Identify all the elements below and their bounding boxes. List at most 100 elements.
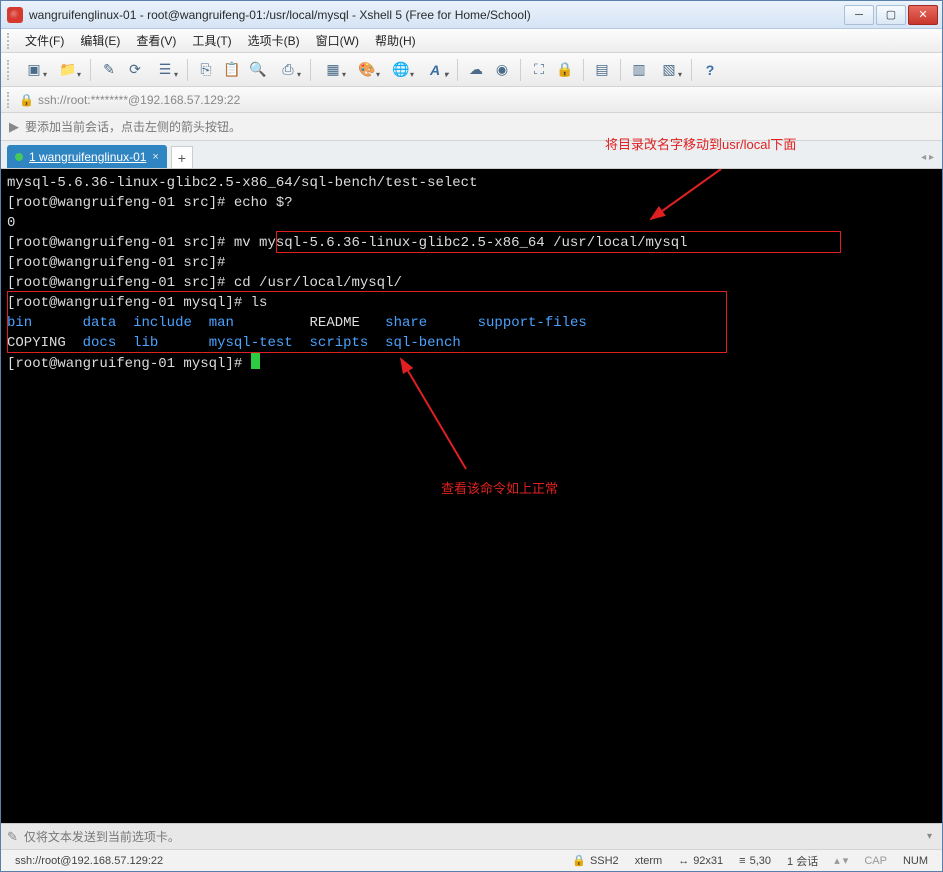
ls-item: scripts [310,335,369,351]
window-title: wangruifenglinux-01 - root@wangruifeng-0… [29,8,842,22]
app-icon [7,7,23,23]
menu-help[interactable]: 帮助(H) [367,30,424,51]
toolbar-separator [583,59,584,81]
new-tab-button[interactable]: + [171,146,193,168]
toolbar-separator [457,59,458,81]
terminal-prompt: [root@wangruifeng-01 src]# [7,235,225,251]
toolbar-gripper[interactable] [7,60,13,80]
input-dropdown-icon[interactable]: ▾ [927,831,932,842]
maximize-button[interactable]: ▢ [876,5,906,25]
screen-button[interactable]: ▦ [318,59,348,81]
ls-item: man [209,315,234,331]
terminal-cmd-cd: cd /usr/local/mysql/ [234,275,402,291]
input-icon: ✎ [7,829,18,845]
layout-button[interactable]: ▤ [591,59,613,81]
find-button[interactable]: 🔍 [247,59,269,81]
status-cursor: ≡5,30 [731,855,779,867]
palette-button[interactable]: 🎨 [352,59,382,81]
terminal-line: mysql-5.6.36-linux-glibc2.5-x86_64/sql-b… [7,175,477,191]
cursor [251,353,260,369]
status-sessions: 1 会话 [779,853,826,869]
terminal-prompt: [root@wangruifeng-01 mysql]# [7,356,242,372]
tab-bar: 1 wangruifenglinux-01 × + ◂ ▸ [1,141,942,169]
input-bar[interactable]: ✎ 仅将文本发送到当前选项卡。 ▾ [1,823,942,849]
copy-button[interactable]: ⎘ [195,59,217,81]
annotation-bottom: 查看该命令如上正常 [441,478,558,497]
terminal-prompt: [root@wangruifeng-01 mysql]# [7,295,242,311]
window-buttons: ─ ▢ ✕ [842,5,938,25]
ls-item: support-files [478,315,587,331]
terminal-prompt: [root@wangruifeng-01 src]# [7,255,225,271]
properties-button[interactable]: ☰ [150,59,180,81]
terminal-prompt: [root@wangruifeng-01 src]# [7,195,225,211]
ls-item: bin [7,315,32,331]
info-bar: ▶ 要添加当前会话，点击左侧的箭头按钮。 [1,113,942,141]
size-icon: ↔ [678,855,689,867]
ls-item: data [83,315,117,331]
address-bar: 🔒 ssh://root:********@192.168.57.129:22 [1,87,942,113]
fit-button[interactable]: ⛶ [528,59,550,81]
encoding-button[interactable]: 🌐 [386,59,416,81]
titlebar: wangruifenglinux-01 - root@wangruifeng-0… [1,1,942,29]
toolbar-separator [310,59,311,81]
toolbar-separator [187,59,188,81]
info-icon[interactable]: ▶ [9,119,19,135]
terminal-echo-result: 0 [7,215,15,231]
toolbar-separator [620,59,621,81]
lock-button[interactable]: 🔒 [554,59,576,81]
ls-item: COPYING [7,335,66,351]
lock-icon: 🔒 [572,854,586,867]
status-dot-icon [15,153,23,161]
input-placeholder: 仅将文本发送到当前选项卡。 [24,828,180,845]
menu-window[interactable]: 窗口(W) [308,30,367,51]
font-button[interactable]: A [420,59,450,81]
print-button[interactable]: ⎙ [273,59,303,81]
toolbar: ▣ 📁 ✎ ⟳ ☰ ⎘ 📋 🔍 ⎙ ▦ 🎨 🌐 A ☁ ◉ ⛶ 🔒 ▤ ▥ ▧ … [1,53,942,87]
disconnect-button[interactable]: ✎ [98,59,120,81]
view1-button[interactable]: ▥ [628,59,650,81]
menu-view[interactable]: 查看(V) [128,30,184,51]
menu-file[interactable]: 文件(F) [17,30,72,51]
tab-nav-arrows[interactable]: ◂ ▸ [921,152,934,163]
new-session-button[interactable]: ▣ [19,59,49,81]
status-num: NUM [895,855,936,867]
menubar-gripper[interactable] [7,33,13,49]
app-window: wangruifenglinux-01 - root@wangruifeng-0… [0,0,943,872]
paste-button[interactable]: 📋 [221,59,243,81]
open-folder-button[interactable]: 📁 [53,59,83,81]
reconnect-button[interactable]: ⟳ [124,59,146,81]
status-size: ↔92x31 [670,855,731,867]
terminal-cmd-echo: echo $? [234,195,293,211]
status-term: xterm [627,855,671,867]
terminal[interactable]: mysql-5.6.36-linux-glibc2.5-x86_64/sql-b… [1,169,942,478]
menu-edit[interactable]: 编辑(E) [72,30,128,51]
status-arrow-icons[interactable]: ▴ ▾ [826,854,856,867]
ls-item: docs [83,335,117,351]
ls-item: sql-bench [385,335,461,351]
status-bar: ssh://root@192.168.57.129:22 🔒SSH2 xterm… [1,849,942,871]
cloud-button[interactable]: ☁ [465,59,487,81]
ls-item: README [310,315,360,331]
status-caps: CAP [856,855,895,867]
address-gripper[interactable] [7,92,13,108]
status-connection: ssh://root@192.168.57.129:22 [7,855,171,867]
status-ssh: 🔒SSH2 [564,854,626,867]
terminal-prompt: [root@wangruifeng-01 src]# [7,275,225,291]
help-button[interactable]: ? [699,59,721,81]
menu-tools[interactable]: 工具(T) [184,30,239,51]
tab-label: 1 wangruifenglinux-01 [29,150,146,164]
address-text[interactable]: ssh://root:********@192.168.57.129:22 [38,93,936,107]
tab-session[interactable]: 1 wangruifenglinux-01 × [7,145,167,168]
close-button[interactable]: ✕ [908,5,938,25]
toolbar-separator [90,59,91,81]
minimize-button[interactable]: ─ [844,5,874,25]
tab-close-icon[interactable]: × [152,151,158,163]
ls-item: include [133,315,192,331]
menubar: 文件(F) 编辑(E) 查看(V) 工具(T) 选项卡(B) 窗口(W) 帮助(… [1,29,942,53]
dash-button[interactable]: ◉ [491,59,513,81]
cursor-icon: ≡ [739,855,745,867]
view2-button[interactable]: ▧ [654,59,684,81]
menu-tabs[interactable]: 选项卡(B) [240,30,308,51]
ls-item: mysql-test [209,335,293,351]
terminal-area[interactable]: 查看该命令如上正常 mysql-5.6.36-linux-glibc2.5-x8… [1,169,942,823]
